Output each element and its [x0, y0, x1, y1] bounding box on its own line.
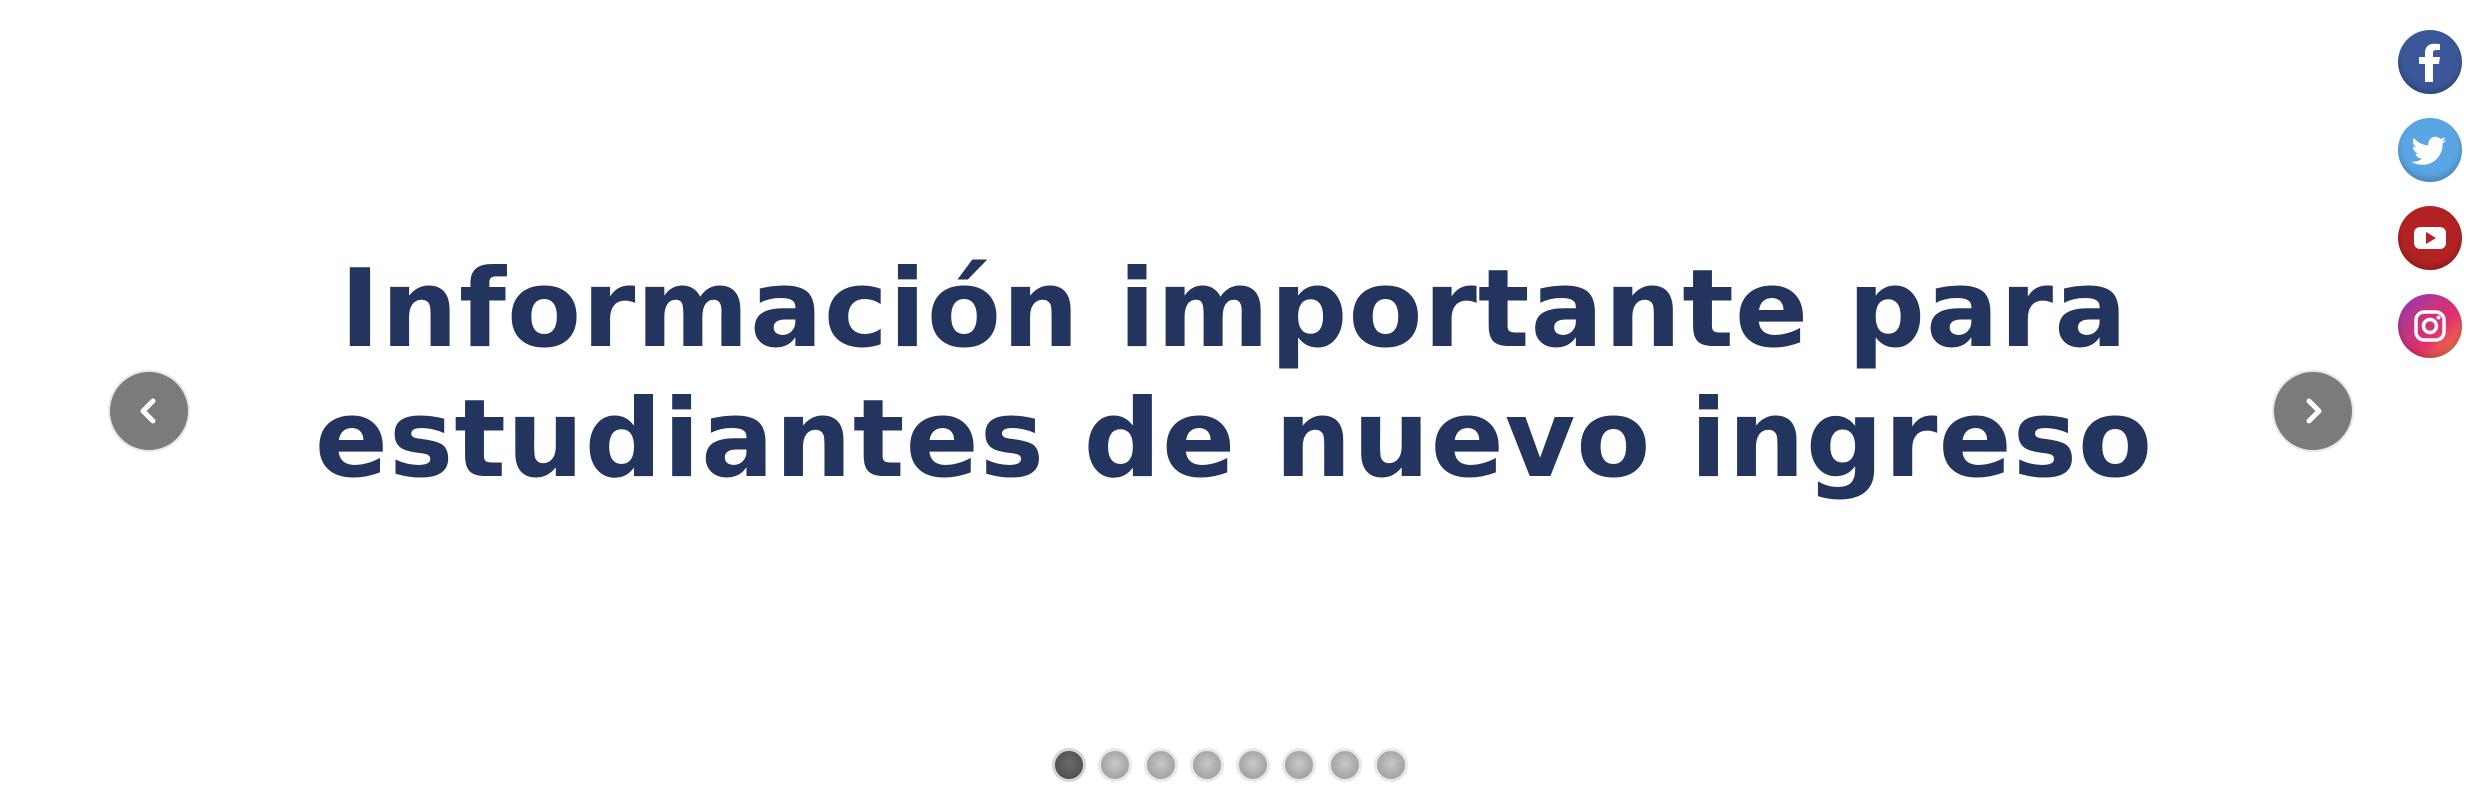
- twitter-icon: [2411, 136, 2447, 165]
- next-slide-button[interactable]: [2272, 370, 2354, 452]
- slide-dot-4[interactable]: [1190, 748, 1224, 782]
- slide-dot-6[interactable]: [1282, 748, 1316, 782]
- headline-line-1: Información importante para: [339, 247, 2129, 372]
- slide-pagination: [1052, 748, 1408, 782]
- slide-headline: Información importante para estudiantes …: [260, 245, 2208, 505]
- slide-dot-2[interactable]: [1098, 748, 1132, 782]
- slide-dot-5[interactable]: [1236, 748, 1270, 782]
- headline-line-2: estudiantes de nuevo ingreso: [314, 377, 2154, 502]
- instagram-icon: [2414, 310, 2446, 342]
- slide-dot-1[interactable]: [1052, 748, 1086, 782]
- chevron-right-icon: [2306, 398, 2322, 424]
- slide-dot-8[interactable]: [1374, 748, 1408, 782]
- slide-dot-7[interactable]: [1328, 748, 1362, 782]
- hero-slider: Información importante para estudiantes …: [0, 0, 2468, 804]
- facebook-link[interactable]: [2398, 30, 2462, 94]
- youtube-icon: [2414, 227, 2446, 249]
- youtube-link[interactable]: [2398, 206, 2462, 270]
- facebook-icon: [2419, 43, 2440, 82]
- instagram-link[interactable]: [2398, 294, 2462, 358]
- social-links: [2398, 30, 2462, 358]
- prev-slide-button[interactable]: [108, 370, 190, 452]
- chevron-left-icon: [140, 398, 156, 424]
- twitter-link[interactable]: [2398, 118, 2462, 182]
- slide-dot-3[interactable]: [1144, 748, 1178, 782]
